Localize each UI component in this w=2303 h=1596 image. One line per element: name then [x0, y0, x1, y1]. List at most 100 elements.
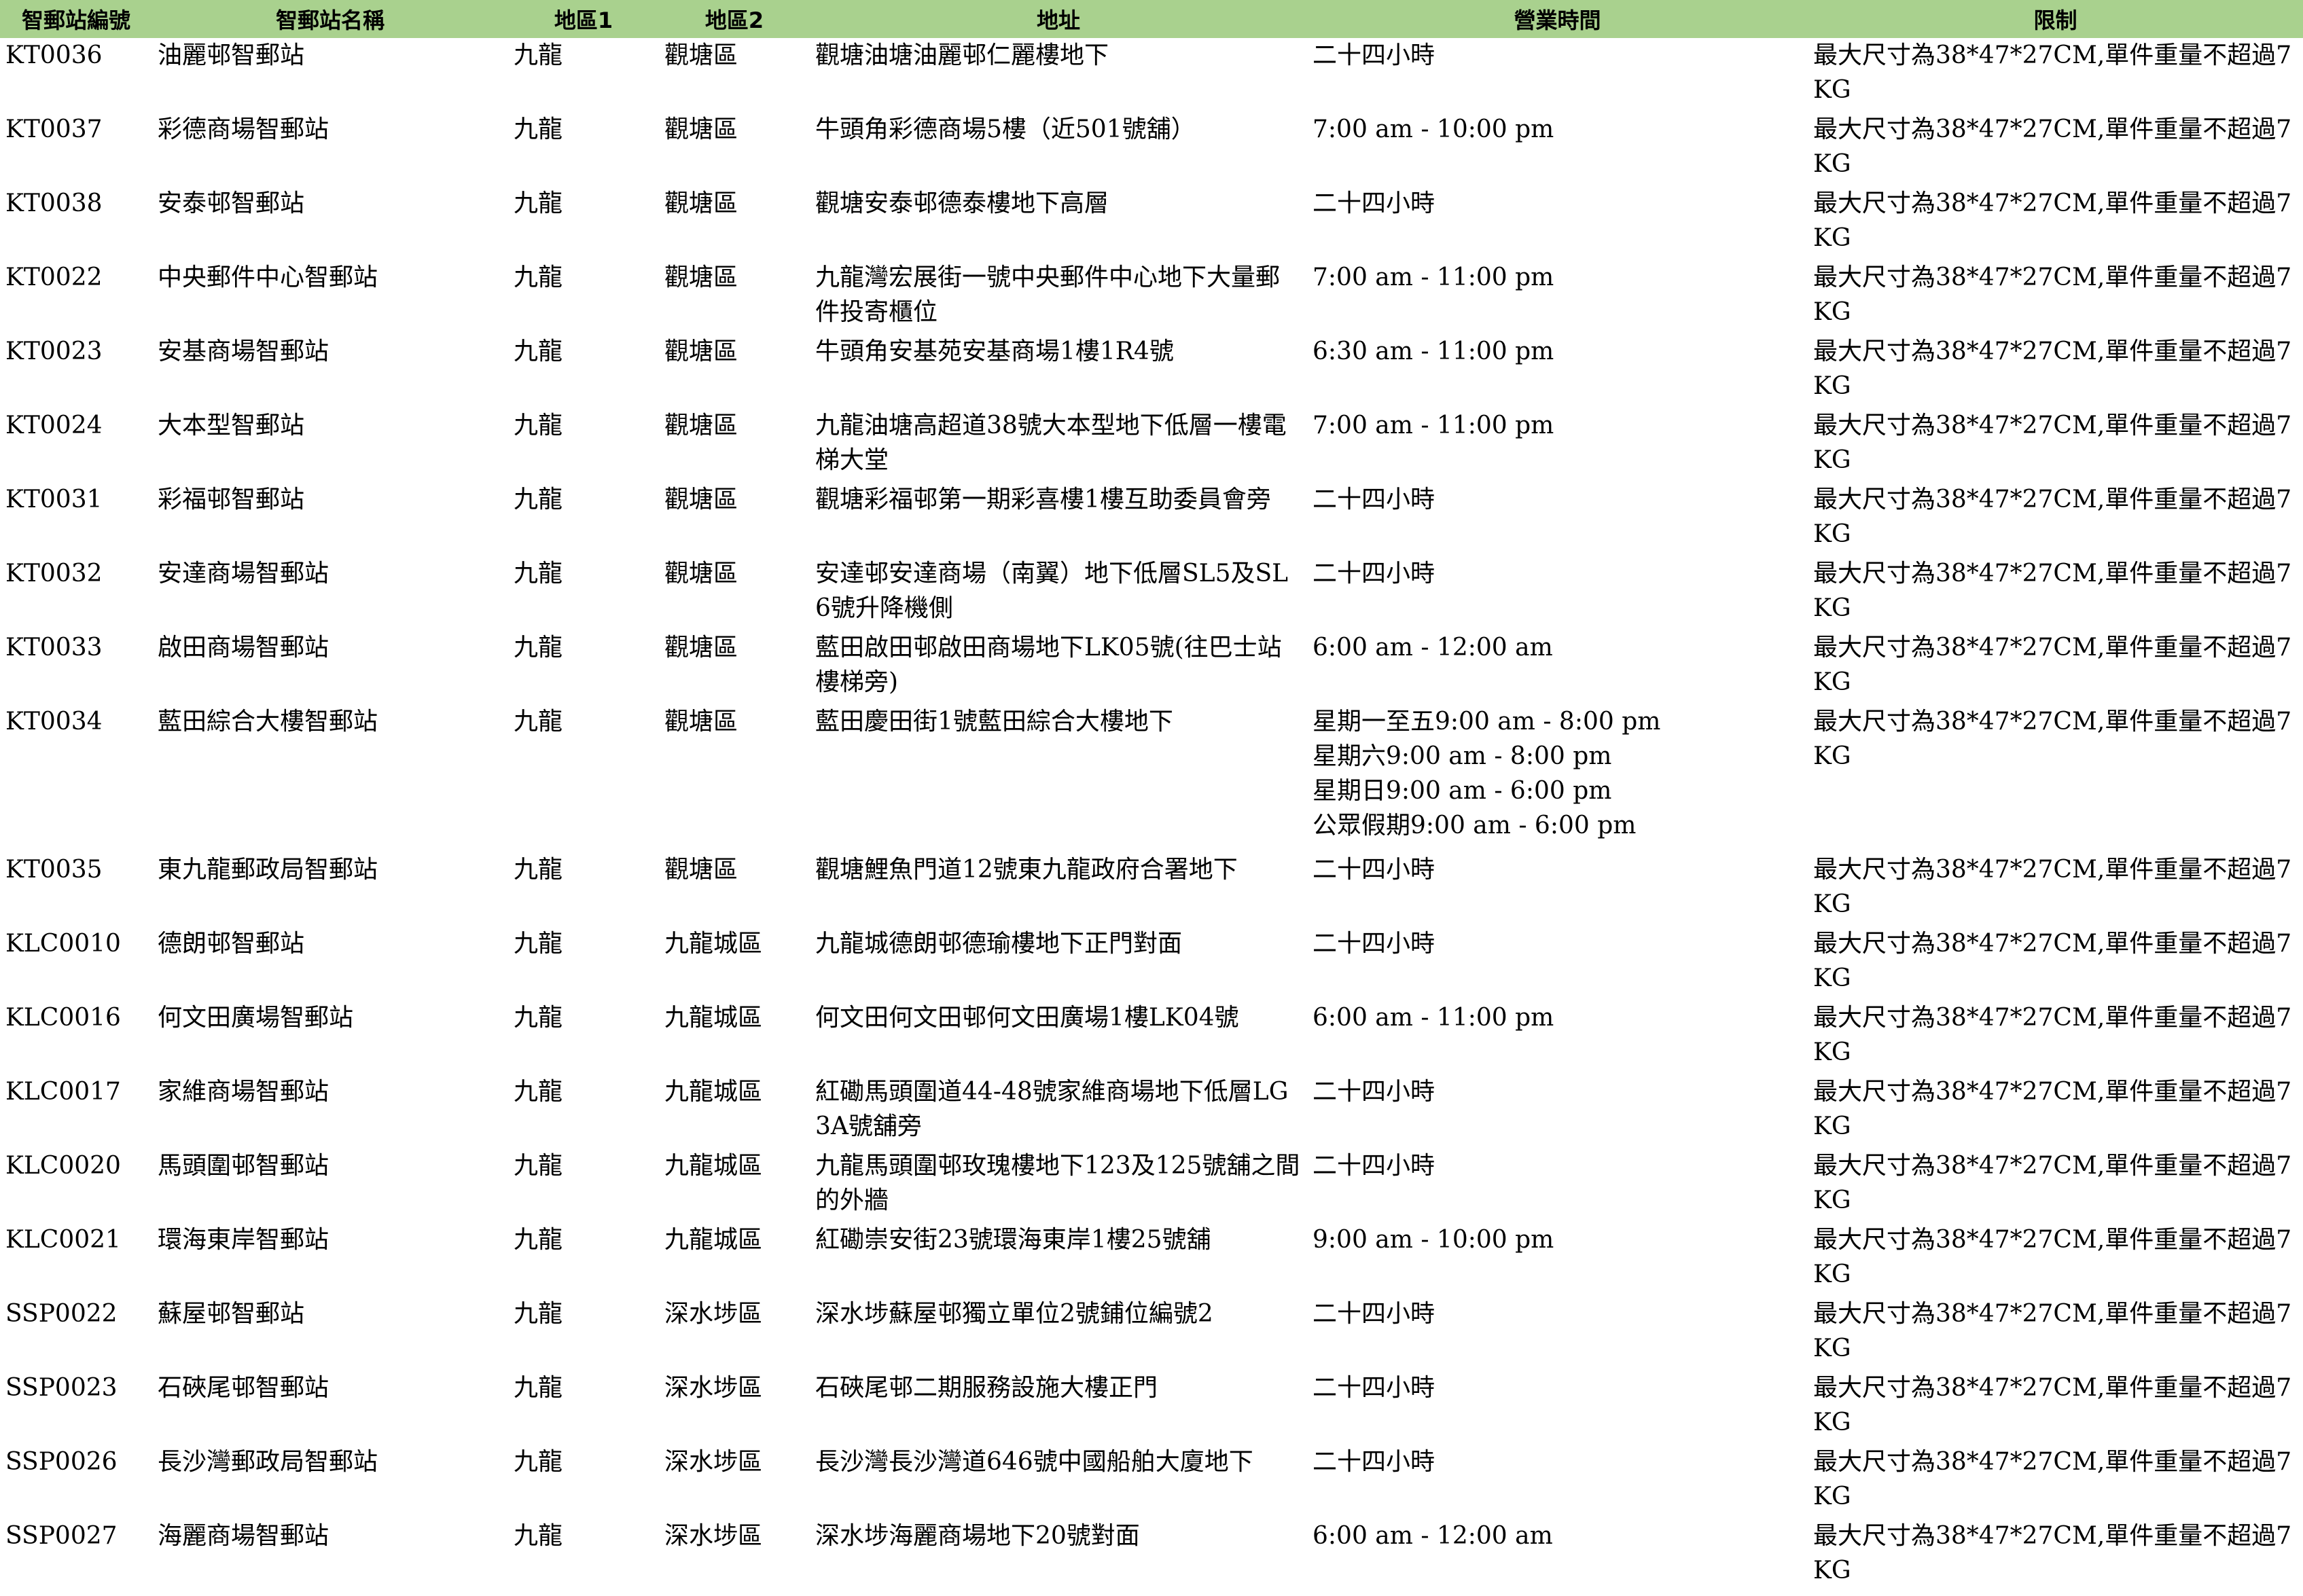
region2-cell: 深水埗區: [664, 1374, 763, 1402]
table-row: KT0036 油麗邨智郵站 九龍 觀塘區 觀塘油塘油麗邨仁麗樓地下 二十四小時 最大尺寸為3…: [0, 38, 2303, 112]
station-id-cell: KT0038: [5, 189, 103, 217]
hours-cell: 7:00 am - 10:00 pm: [1307, 112, 1808, 186]
table-body: KT0036 油麗邨智郵站 九龍 觀塘區 觀塘油塘油麗邨仁麗樓地下 二十四小時 最大尺寸為3…: [0, 38, 2303, 1593]
region1-cell: 九龍: [514, 1522, 563, 1550]
region2-cell: 觀塘區: [664, 560, 738, 587]
hours-line: 二十四小時: [1313, 1448, 1435, 1476]
station-name-cell: 藍田綜合大樓智郵站: [158, 708, 378, 736]
station-name-cell: 海麗商場智郵站: [158, 1522, 329, 1550]
region1-cell: 九龍: [514, 1448, 563, 1476]
address-cell: 九龍油塘高超道38號大本型地下低層一樓電梯大堂: [815, 412, 1287, 474]
region1-cell: 九龍: [514, 486, 563, 513]
region2-cell: 九龍城區: [664, 1152, 763, 1180]
hours-line: 二十四小時: [1313, 930, 1435, 958]
station-id-cell: KT0033: [5, 634, 103, 661]
table-row: KLC0020 馬頭圍邨智郵站 九龍 九龍城區 九龍馬頭圍邨玫瑰樓地下123及125號舖…: [0, 1148, 2303, 1222]
hours-cell: 二十四小時: [1307, 482, 1808, 556]
hours-cell: 二十四小時: [1307, 1371, 1808, 1445]
address-cell: 牛頭角彩德商場5樓（近501號舖）: [815, 115, 1196, 143]
hours-cell: 二十四小時: [1307, 1074, 1808, 1148]
table-row: SSP0027 海麗商場智郵站 九龍 深水埗區 深水埗海麗商場地下20號對面 6:00 a…: [0, 1519, 2303, 1593]
region2-cell: 深水埗區: [664, 1300, 763, 1328]
hours-cell: 9:00 am - 10:00 pm: [1307, 1222, 1808, 1296]
address-cell: 觀塘安泰邨德泰樓地下高層: [815, 189, 1109, 217]
region1-cell: 九龍: [514, 1374, 563, 1402]
table-row: KT0023 安基商場智郵站 九龍 觀塘區 牛頭角安基苑安基商場1樓1R4號 6:30 a…: [0, 334, 2303, 408]
hours-line: 二十四小時: [1313, 1078, 1435, 1106]
hours-line: 二十四小時: [1313, 189, 1435, 217]
hours-line: 二十四小時: [1313, 1374, 1435, 1402]
region1-cell: 九龍: [514, 856, 563, 884]
address-cell: 觀塘油塘油麗邨仁麗樓地下: [815, 41, 1109, 69]
table-row: KT0032 安達商場智郵站 九龍 觀塘區 安達邨安達商場（南翼）地下低層SL5及SL6…: [0, 556, 2303, 630]
address-cell: 藍田慶田街1號藍田綜合大樓地下: [815, 708, 1173, 736]
address-cell: 長沙灣長沙灣道646號中國船舶大廈地下: [815, 1448, 1253, 1476]
limit-cell: 最大尺寸為38*47*27CM,單件重量不超過7KG: [1813, 856, 2292, 918]
address-cell: 石硤尾邨二期服務設施大樓正門: [815, 1374, 1158, 1402]
hours-line: 星期一至五9:00 am - 8:00 pm: [1313, 708, 1661, 736]
station-id-cell: KLC0020: [5, 1152, 121, 1180]
hours-cell: 6:00 am - 11:00 pm: [1307, 1000, 1808, 1074]
region2-cell: 觀塘區: [664, 338, 738, 365]
region2-cell: 九龍城區: [664, 1226, 763, 1254]
hours-line: 二十四小時: [1313, 560, 1435, 587]
region2-cell: 觀塘區: [664, 412, 738, 439]
column-header-region2[interactable]: 地區2: [659, 0, 810, 38]
limit-cell: 最大尺寸為38*47*27CM,單件重量不超過7KG: [1813, 41, 2292, 104]
hours-cell: 7:00 am - 11:00 pm: [1307, 260, 1808, 334]
region1-cell: 九龍: [514, 1226, 563, 1254]
hours-cell: 星期一至五9:00 am - 8:00 pm 星期六9:00 am - 8:00 …: [1307, 704, 1808, 852]
column-header-address[interactable]: 地址: [810, 0, 1307, 38]
header-row: 智郵站編號 智郵站名稱 地區1 地區2 地址 營業時間 限制: [0, 0, 2303, 38]
region2-cell: 觀塘區: [664, 634, 738, 661]
hours-line: 9:00 am - 10:00 pm: [1313, 1226, 1554, 1254]
column-header-name[interactable]: 智郵站名稱: [152, 0, 508, 38]
table-row: KT0024 大本型智郵站 九龍 觀塘區 九龍油塘高超道38號大本型地下低層一樓電梯大堂…: [0, 408, 2303, 482]
region1-cell: 九龍: [514, 1300, 563, 1328]
station-id-cell: KT0022: [5, 264, 103, 291]
column-header-id[interactable]: 智郵站編號: [0, 0, 152, 38]
limit-cell: 最大尺寸為38*47*27CM,單件重量不超過7KG: [1813, 1152, 2292, 1214]
region2-cell: 九龍城區: [664, 1004, 763, 1032]
limit-cell: 最大尺寸為38*47*27CM,單件重量不超過7KG: [1813, 560, 2292, 622]
region1-cell: 九龍: [514, 634, 563, 661]
region1-cell: 九龍: [514, 412, 563, 439]
hours-cell: 6:00 am - 12:00 am: [1307, 630, 1808, 704]
station-id-cell: KT0032: [5, 560, 103, 587]
hours-cell: 二十四小時: [1307, 38, 1808, 112]
station-id-cell: KT0034: [5, 708, 103, 736]
limit-cell: 最大尺寸為38*47*27CM,單件重量不超過7KG: [1813, 1300, 2292, 1362]
limit-cell: 最大尺寸為38*47*27CM,單件重量不超過7KG: [1813, 634, 2292, 696]
region1-cell: 九龍: [514, 264, 563, 291]
address-cell: 藍田啟田邨啟田商場地下LK05號(往巴士站樓梯旁): [815, 634, 1282, 696]
station-id-cell: SSP0023: [5, 1374, 118, 1402]
station-id-cell: KT0023: [5, 338, 103, 365]
column-header-hours[interactable]: 營業時間: [1307, 0, 1808, 38]
station-id-cell: KLC0016: [5, 1004, 121, 1032]
address-cell: 觀塘鯉魚門道12號東九龍政府合署地下: [815, 856, 1238, 884]
address-cell: 安達邨安達商場（南翼）地下低層SL5及SL6號升降機側: [815, 560, 1289, 622]
station-name-cell: 石硤尾邨智郵站: [158, 1374, 329, 1402]
station-id-cell: KT0031: [5, 486, 103, 513]
station-name-cell: 環海東岸智郵站: [158, 1226, 329, 1254]
region2-cell: 深水埗區: [664, 1448, 763, 1476]
table-row: KT0033 啟田商場智郵站 九龍 觀塘區 藍田啟田邨啟田商場地下LK05號(往巴士站樓…: [0, 630, 2303, 704]
column-header-region1[interactable]: 地區1: [508, 0, 659, 38]
region2-cell: 觀塘區: [664, 189, 738, 217]
table-row: KT0038 安泰邨智郵站 九龍 觀塘區 觀塘安泰邨德泰樓地下高層 二十四小時 最大尺寸為3…: [0, 186, 2303, 260]
region2-cell: 九龍城區: [664, 930, 763, 958]
table-row: SSP0022 蘇屋邨智郵站 九龍 深水埗區 深水埗蘇屋邨獨立單位2號鋪位編號2 二十四小…: [0, 1296, 2303, 1371]
table-row: KLC0017 家維商場智郵站 九龍 九龍城區 紅磡馬頭圍道44-48號家維商場地下低層…: [0, 1074, 2303, 1148]
hours-cell: 二十四小時: [1307, 1445, 1808, 1519]
hours-line: 二十四小時: [1313, 486, 1435, 513]
column-header-limit[interactable]: 限制: [1808, 0, 2303, 38]
table-row: KT0035 東九龍郵政局智郵站 九龍 觀塘區 觀塘鯉魚門道12號東九龍政府合署地下 二十…: [0, 852, 2303, 926]
hours-line: 星期日9:00 am - 6:00 pm: [1313, 777, 1612, 805]
limit-cell: 最大尺寸為38*47*27CM,單件重量不超過7KG: [1813, 412, 2292, 474]
station-name-cell: 德朗邨智郵站: [158, 930, 305, 958]
hours-cell: 二十四小時: [1307, 926, 1808, 1000]
hours-line: 二十四小時: [1313, 41, 1435, 69]
hours-line: 6:00 am - 12:00 am: [1313, 1522, 1553, 1550]
region2-cell: 觀塘區: [664, 856, 738, 884]
table-row: SSP0023 石硤尾邨智郵站 九龍 深水埗區 石硤尾邨二期服務設施大樓正門 二十四小時 最…: [0, 1371, 2303, 1445]
